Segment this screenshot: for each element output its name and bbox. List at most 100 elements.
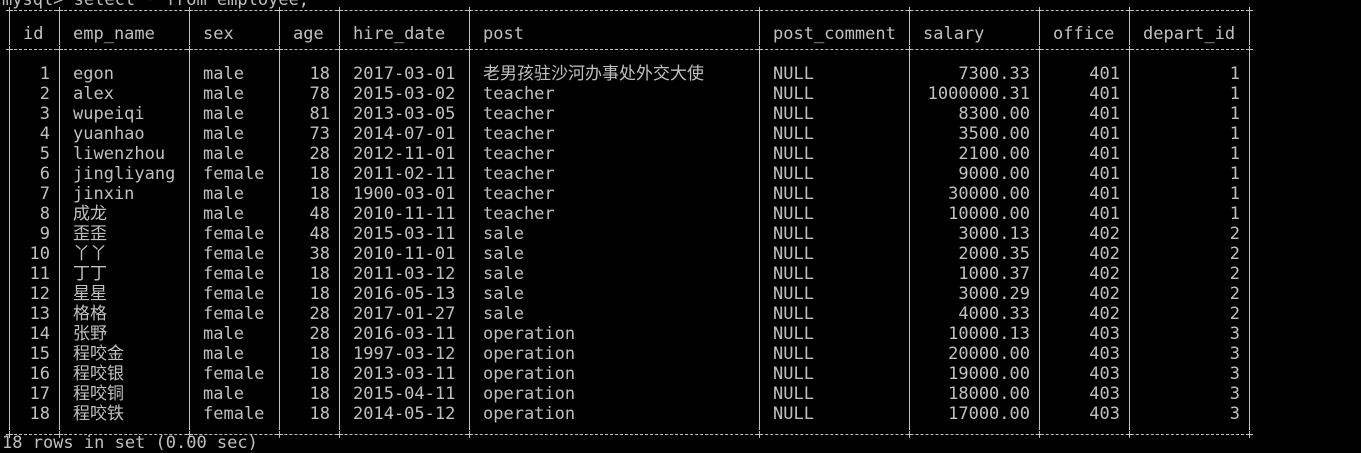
border-corner-plus xyxy=(276,46,283,53)
cell-sex: male xyxy=(203,204,244,224)
border-corner-plus xyxy=(756,431,763,438)
border-corner-plus xyxy=(1036,431,1043,438)
cell-post: sale xyxy=(483,244,524,264)
column-divider xyxy=(1039,53,1040,430)
cell-hire-date: 1900-03-01 xyxy=(353,184,456,204)
cell-post: 老男孩驻沙河办事处外交大使 xyxy=(483,64,704,84)
cell-salary: 19000.00 xyxy=(948,364,1030,384)
header-column-divider xyxy=(9,14,10,45)
cell-depart-id: 2 xyxy=(1229,224,1240,244)
column-header-depart-id: depart_id xyxy=(1143,24,1236,44)
cell-id: 5 xyxy=(39,144,50,164)
cell-office: 401 xyxy=(1089,64,1120,84)
cell-post-comment: NULL xyxy=(773,204,814,224)
cell-salary: 9000.00 xyxy=(958,164,1030,184)
cell-id: 6 xyxy=(39,164,50,184)
cell-hire-date: 2015-03-11 xyxy=(353,224,456,244)
cell-post: operation xyxy=(483,344,576,364)
column-header-age: age xyxy=(293,24,324,44)
cell-depart-id: 1 xyxy=(1229,64,1240,84)
cell-age: 28 xyxy=(309,324,330,344)
cell-sex: female xyxy=(203,264,265,284)
cell-id: 15 xyxy=(29,344,50,364)
cell-emp-name: 成龙 xyxy=(73,204,107,224)
cell-salary: 17000.00 xyxy=(948,404,1030,424)
header-column-divider xyxy=(59,14,60,45)
cell-post: teacher xyxy=(483,204,555,224)
column-header-emp-name: emp_name xyxy=(73,24,155,44)
border-corner-plus xyxy=(336,431,343,438)
cell-age: 18 xyxy=(309,384,330,404)
border-corner-plus xyxy=(1126,46,1133,53)
border-corner-plus xyxy=(756,46,763,53)
cell-depart-id: 3 xyxy=(1229,384,1240,404)
cell-id: 1 xyxy=(39,64,50,84)
cell-salary: 10000.00 xyxy=(948,204,1030,224)
cell-post: sale xyxy=(483,224,524,244)
cell-depart-id: 3 xyxy=(1229,364,1240,384)
cell-office: 403 xyxy=(1089,364,1120,384)
cell-depart-id: 2 xyxy=(1229,284,1240,304)
column-header-hire-date: hire_date xyxy=(353,24,446,44)
column-divider xyxy=(469,53,470,430)
cell-id: 13 xyxy=(29,304,50,324)
cell-emp-name: 程咬银 xyxy=(73,364,124,384)
column-divider xyxy=(759,53,760,430)
cell-age: 18 xyxy=(309,164,330,184)
cell-depart-id: 2 xyxy=(1229,264,1240,284)
cell-hire-date: 2013-03-11 xyxy=(353,364,456,384)
cell-depart-id: 1 xyxy=(1229,84,1240,104)
cell-post-comment: NULL xyxy=(773,344,814,364)
header-column-divider xyxy=(279,14,280,45)
cell-sex: male xyxy=(203,104,244,124)
cell-hire-date: 2010-11-11 xyxy=(353,204,456,224)
border-corner-plus xyxy=(1246,431,1253,438)
cell-hire-date: 2015-03-02 xyxy=(353,84,456,104)
cell-age: 48 xyxy=(309,224,330,244)
border-corner-plus xyxy=(1126,431,1133,438)
cell-salary: 3500.00 xyxy=(958,124,1030,144)
cell-age: 48 xyxy=(309,204,330,224)
cell-post-comment: NULL xyxy=(773,124,814,144)
column-header-id: id xyxy=(23,24,44,44)
cell-post: sale xyxy=(483,264,524,284)
header-column-divider xyxy=(759,14,760,45)
terminal-window[interactable]: mysql> select * from employee; id emp_nam… xyxy=(0,0,1361,452)
border-corner-plus xyxy=(1246,46,1253,53)
cell-salary: 1000000.31 xyxy=(927,84,1030,104)
cell-sex: male xyxy=(203,184,244,204)
border-corner-plus xyxy=(1036,46,1043,53)
cell-age: 18 xyxy=(309,184,330,204)
cell-emp-name: jinxin xyxy=(73,184,135,204)
cell-salary: 7300.33 xyxy=(958,64,1030,84)
header-column-divider xyxy=(1129,14,1130,45)
cell-post: teacher xyxy=(483,84,555,104)
cell-post-comment: NULL xyxy=(773,284,814,304)
cell-depart-id: 1 xyxy=(1229,124,1240,144)
cell-post-comment: NULL xyxy=(773,264,814,284)
cell-post: teacher xyxy=(483,164,555,184)
cell-depart-id: 1 xyxy=(1229,184,1240,204)
cell-post-comment: NULL xyxy=(773,384,814,404)
cell-post-comment: NULL xyxy=(773,84,814,104)
cell-emp-name: egon xyxy=(73,64,114,84)
cell-id: 14 xyxy=(29,324,50,344)
cell-sex: female xyxy=(203,284,265,304)
cell-age: 18 xyxy=(309,264,330,284)
cell-sex: female xyxy=(203,304,265,324)
cell-office: 401 xyxy=(1089,104,1120,124)
cell-age: 73 xyxy=(309,124,330,144)
cell-id: 12 xyxy=(29,284,50,304)
cell-salary: 10000.13 xyxy=(948,324,1030,344)
cell-salary: 3000.13 xyxy=(958,224,1030,244)
cell-id: 10 xyxy=(29,244,50,264)
cell-post: operation xyxy=(483,324,576,344)
cell-emp-name: wupeiqi xyxy=(73,104,145,124)
cell-office: 402 xyxy=(1089,244,1120,264)
cell-sex: male xyxy=(203,384,244,404)
cell-depart-id: 2 xyxy=(1229,244,1240,264)
cell-post-comment: NULL xyxy=(773,244,814,264)
cell-post: operation xyxy=(483,404,576,424)
cell-salary: 20000.00 xyxy=(948,344,1030,364)
cell-salary: 2100.00 xyxy=(958,144,1030,164)
